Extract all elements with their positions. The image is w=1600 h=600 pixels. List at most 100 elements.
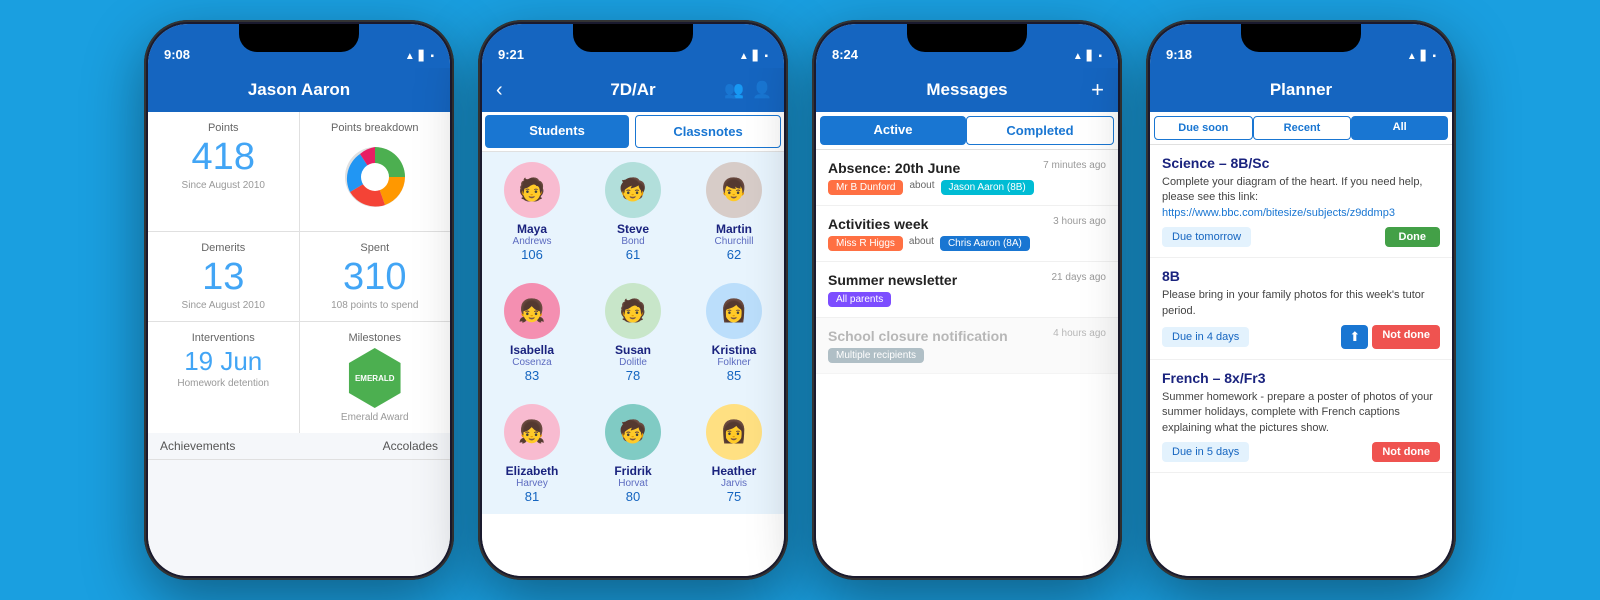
plan-desc-french: Summer homework - prepare a poster of ph… (1162, 390, 1440, 436)
nav-title-1: Jason Aaron (248, 80, 350, 100)
notch-2 (573, 24, 693, 52)
student-surname-kristina: Folkner (690, 357, 778, 368)
signal-icon-2: ▋ (753, 51, 761, 62)
tab-due-soon[interactable]: Due soon (1154, 116, 1253, 140)
nav-bar-3: Messages + (816, 68, 1118, 112)
plan-due-french: Due in 5 days (1162, 442, 1249, 462)
student-name-kristina: Kristina (690, 343, 778, 357)
student-points-steve: 61 (589, 247, 677, 262)
student-heather[interactable]: 👩 Heather Jarvis 75 (684, 394, 784, 514)
phone-4: 9:18 ▲ ▋ ▪ Planner Due soon Recent All (1146, 20, 1456, 580)
message-activities[interactable]: Activities week 3 hours ago Miss R Higgs… (816, 206, 1118, 262)
student-surname-heather: Jarvis (690, 478, 778, 489)
student-fridrik[interactable]: 🧒 Fridrik Horvat 80 (583, 394, 683, 514)
group-icon[interactable]: 👥 (724, 80, 744, 100)
plan-not-done-8b[interactable]: Not done (1372, 325, 1440, 349)
phones-container: 9:08 ▲ ▋ ▪ Jason Aaron Points 418 (128, 4, 1472, 596)
nav-title-4: Planner (1270, 80, 1332, 100)
time-3: 8:24 (832, 47, 858, 62)
student-surname-steve: Bond (589, 236, 677, 247)
plan-not-done-french[interactable]: Not done (1372, 442, 1440, 462)
plan-subject-8b: 8B (1162, 268, 1440, 284)
student-name-maya: Maya (488, 222, 576, 236)
p4-screen-content: Due soon Recent All Science – 8B/Sc Comp… (1150, 112, 1452, 576)
student-surname-isabella: Cosenza (488, 357, 576, 368)
student-name-isabella: Isabella (488, 343, 576, 357)
msg-header-activities: Activities week 3 hours ago (828, 216, 1106, 232)
p1-spent-label: Spent (312, 242, 439, 254)
signal-icon-4: ▋ (1421, 51, 1429, 62)
p1-breakdown-label: Points breakdown (312, 122, 439, 134)
nav-bar-2: ‹ 7D/Ar 👥 👤 (482, 68, 784, 112)
accolades-label: Accolades (383, 439, 438, 453)
student-points-heather: 75 (690, 489, 778, 504)
plan-link-science[interactable]: https://www.bbc.com/bitesize/subjects/z9… (1162, 207, 1395, 219)
p1-points-value: 418 (160, 138, 287, 176)
plan-actions-8b: Due in 4 days ⬆ Not done (1162, 325, 1440, 349)
p1-interventions-label: Interventions (160, 332, 287, 344)
msg-time-activities: 3 hours ago (1053, 216, 1106, 232)
student-maya[interactable]: 🧑 Maya Andrews 106 (482, 152, 582, 272)
tab-recent[interactable]: Recent (1253, 116, 1352, 140)
emerald-badge: EMERALD (345, 348, 405, 408)
tab-classnotes[interactable]: Classnotes (635, 115, 781, 148)
nav-bar-4: Planner (1150, 68, 1452, 112)
plan-done-science[interactable]: Done (1385, 227, 1441, 247)
plan-btns-8b: ⬆ Not done (1341, 325, 1440, 349)
students-grid: 🧑 Maya Andrews 106 🧒 Steve Bond 61 (482, 152, 784, 514)
battery-icon-3: ▪ (1098, 51, 1102, 62)
student-surname-martin: Churchill (690, 236, 778, 247)
message-absence[interactable]: Absence: 20th June 7 minutes ago Mr B Du… (816, 150, 1118, 206)
avatar-martin: 👦 (706, 162, 762, 218)
tab-active[interactable]: Active (820, 116, 966, 145)
student-kristina[interactable]: 👩 Kristina Folkner 85 (684, 273, 784, 393)
upload-button-8b[interactable]: ⬆ (1341, 325, 1368, 349)
p1-points-cell: Points 418 Since August 2010 (148, 112, 299, 231)
student-martin[interactable]: 👦 Martin Churchill 62 (684, 152, 784, 272)
student-elizabeth[interactable]: 👧 Elizabeth Harvey 81 (482, 394, 582, 514)
student-points-fridrik: 80 (589, 489, 677, 504)
plan-item-science: Science – 8B/Sc Complete your diagram of… (1150, 145, 1452, 258)
nav-title-2: 7D/Ar (610, 80, 655, 100)
plan-desc-text-science: Complete your diagram of the heart. If y… (1162, 176, 1423, 203)
student-points-kristina: 85 (690, 368, 778, 383)
p3-screen-content: Active Completed Absence: 20th June 7 mi… (816, 112, 1118, 576)
battery-icon: ▪ (430, 51, 434, 62)
battery-icon-2: ▪ (764, 51, 768, 62)
nav-bar-1: Jason Aaron (148, 68, 450, 112)
student-isabella[interactable]: 👧 Isabella Cosenza 83 (482, 273, 582, 393)
tab-students[interactable]: Students (485, 115, 629, 148)
plan-subject-science: Science – 8B/Sc (1162, 155, 1440, 171)
student-surname-maya: Andrews (488, 236, 576, 247)
p1-interventions-sub: Homework detention (160, 378, 287, 389)
profile-icon[interactable]: 👤 (752, 80, 772, 100)
message-newsletter[interactable]: Summer newsletter 21 days ago All parent… (816, 262, 1118, 318)
p1-demerits-cell: Demerits 13 Since August 2010 (148, 232, 299, 321)
time-2: 9:21 (498, 47, 524, 62)
p1-breakdown-cell: Points breakdown (300, 112, 451, 231)
tab-completed[interactable]: Completed (966, 116, 1114, 145)
msg-header-closure: School closure notification 4 hours ago (828, 328, 1106, 344)
msg-header-newsletter: Summer newsletter 21 days ago (828, 272, 1106, 288)
plan-item-8b: 8B Please bring in your family photos fo… (1150, 258, 1452, 360)
plan-desc-8b: Please bring in your family photos for t… (1162, 288, 1440, 319)
avatar-maya: 🧑 (504, 162, 560, 218)
tab-all[interactable]: All (1351, 116, 1448, 140)
tag-about-activities: about (909, 236, 934, 251)
add-message-button[interactable]: + (1091, 77, 1104, 103)
tag-sender-absence: Mr B Dunford (828, 180, 903, 195)
plan-actions-french: Due in 5 days Not done (1162, 442, 1440, 462)
p1-stats-grid: Points 418 Since August 2010 Points brea… (148, 112, 450, 433)
status-icons-3: ▲ ▋ ▪ (1073, 51, 1102, 62)
emerald-text: EMERALD (355, 374, 395, 383)
student-susan[interactable]: 🧑 Susan Dolitle 78 (583, 273, 683, 393)
student-steve[interactable]: 🧒 Steve Bond 61 (583, 152, 683, 272)
student-points-elizabeth: 81 (488, 489, 576, 504)
p1-bottom-section: Achievements Accolades (148, 433, 450, 460)
back-button-2[interactable]: ‹ (496, 79, 503, 102)
message-closure[interactable]: School closure notification 4 hours ago … (816, 318, 1118, 374)
student-name-martin: Martin (690, 222, 778, 236)
status-icons-1: ▲ ▋ ▪ (405, 51, 434, 62)
achievements-label: Achievements (160, 439, 235, 453)
msg-time-newsletter: 21 days ago (1052, 272, 1107, 288)
